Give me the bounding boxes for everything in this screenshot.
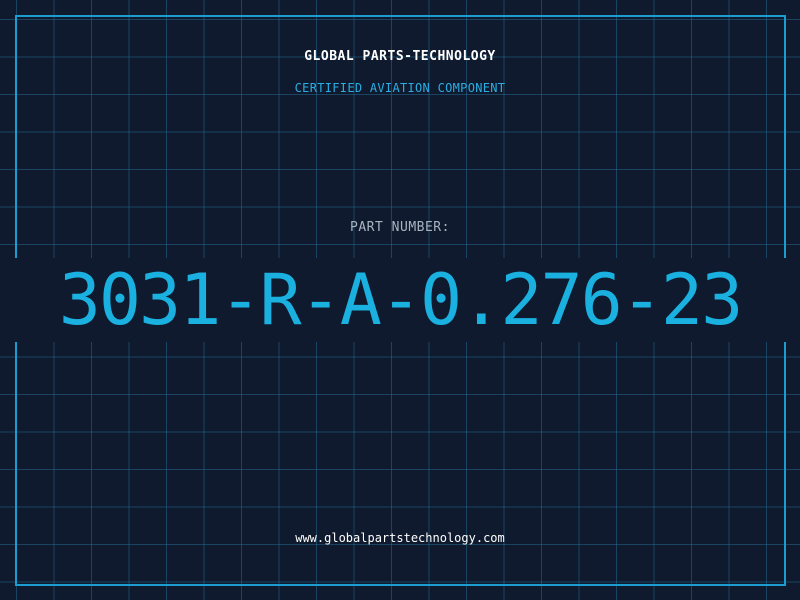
part-number-value: 3031-R-A-0.276-23 (58, 259, 743, 341)
certification-subtitle: CERTIFIED AVIATION COMPONENT (294, 81, 506, 95)
website-url: www.globalpartstechnology.com (295, 531, 505, 545)
company-name: GLOBAL PARTS-TECHNOLOGY (304, 49, 496, 64)
part-label-card: GLOBAL PARTS-TECHNOLOGY CERTIFIED AVIATI… (0, 0, 800, 600)
part-number-label: PART NUMBER: (350, 220, 450, 235)
